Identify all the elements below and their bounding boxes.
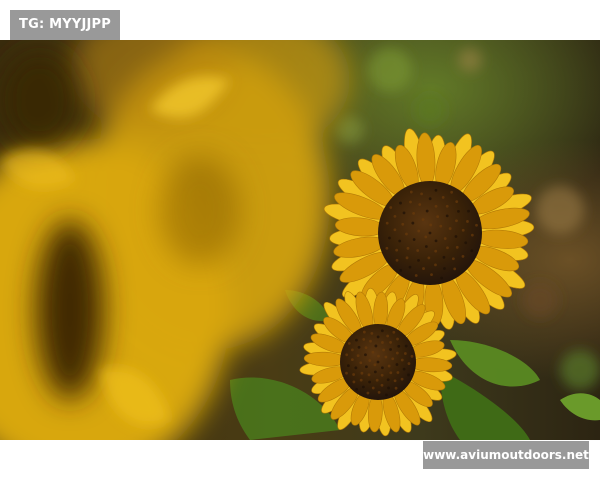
tag-badge: TG: MYYJJPP <box>10 10 120 40</box>
sunflower-photo-canvas <box>0 40 600 440</box>
page: TG: MYYJJPP www.aviumoutdoors.net <box>0 0 600 480</box>
website-watermark: www.aviumoutdoors.net <box>423 441 589 469</box>
sunflower-photo <box>0 40 600 440</box>
